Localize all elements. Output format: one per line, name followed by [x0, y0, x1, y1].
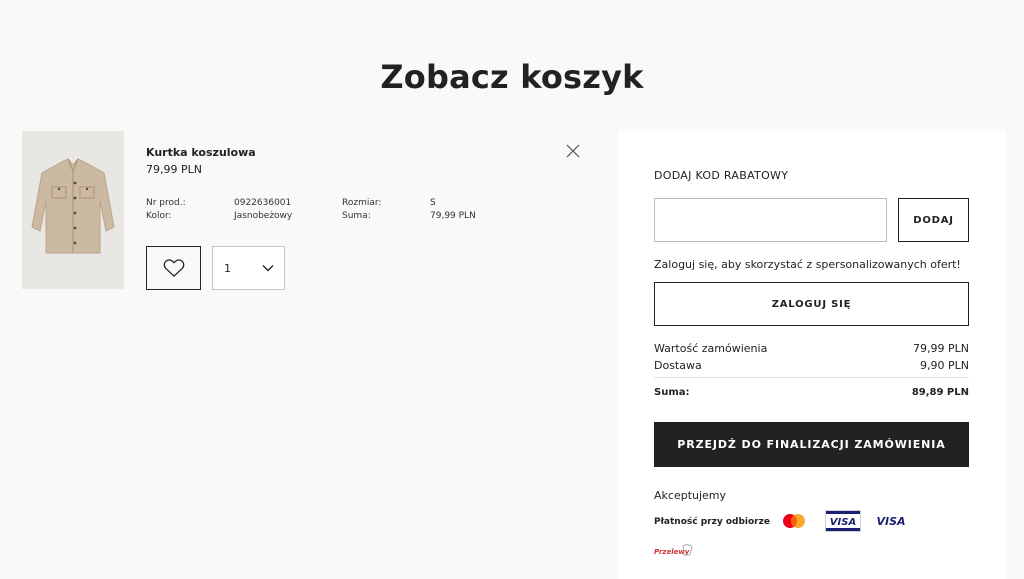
checkout-button[interactable]: PRZEJDŹ DO FINALIZACJI ZAMÓWIENIA: [654, 422, 969, 467]
visa-text: VISA: [876, 515, 905, 528]
close-icon: [566, 144, 580, 158]
total-label: Suma:: [654, 387, 690, 398]
product-details: Nr prod.: 0922636001 Rozmiar: S Kolor: J…: [146, 198, 490, 224]
order-summary-panel: DODAJ KOD RABATOWY DODAJ Zaloguj się, ab…: [618, 131, 1006, 579]
total-value: 89,89 PLN: [911, 387, 969, 398]
order-value-label: Wartość zamówienia: [654, 342, 768, 355]
line-total-label: Suma:: [342, 211, 371, 221]
art-number-label: Nr prod.:: [146, 198, 186, 208]
login-button[interactable]: ZALOGUJ SIĘ: [654, 282, 969, 326]
przelewy24-icon: Przelewy: [654, 544, 693, 556]
delivery-row: Dostawa 9,90 PLN: [654, 359, 969, 372]
total-row: Suma: 89,89 PLN: [654, 387, 969, 398]
color-value: Jasnobeżowy: [234, 211, 293, 221]
remove-item-button[interactable]: [566, 143, 580, 158]
cash-on-delivery-label: Płatność przy odbiorze: [654, 517, 770, 527]
art-number-value: 0922636001: [234, 198, 292, 208]
delivery-label: Dostawa: [654, 359, 702, 372]
quantity-select[interactable]: 1: [212, 246, 285, 290]
heart-icon: [163, 259, 184, 277]
size-value: S: [430, 198, 436, 208]
order-value-row: Wartość zamówienia 79,99 PLN: [654, 342, 969, 355]
size-label: Rozmiar:: [342, 198, 382, 208]
product-image[interactable]: [22, 131, 124, 289]
login-hint: Zaloguj się, aby skorzystać z spersonali…: [654, 258, 961, 271]
discount-heading: DODAJ KOD RABATOWY: [654, 169, 789, 182]
order-value: 79,99 PLN: [913, 342, 969, 355]
product-price: 79,99 PLN: [146, 163, 202, 176]
product-name[interactable]: Kurtka koszulowa: [146, 146, 256, 159]
color-label: Kolor:: [146, 211, 172, 221]
visa-icon: VISA: [876, 515, 905, 528]
favorite-button[interactable]: [146, 246, 201, 290]
quantity-value: 1: [224, 261, 231, 275]
visa-electron-icon: VISA: [825, 510, 861, 532]
summary-divider: [654, 377, 969, 378]
add-discount-button[interactable]: DODAJ: [898, 198, 969, 242]
discount-code-input[interactable]: [654, 198, 887, 242]
mastercard-icon: [783, 514, 805, 528]
jacket-image: [22, 131, 124, 289]
accepted-payments-label: Akceptujemy: [654, 489, 727, 502]
delivery-value: 9,90 PLN: [920, 359, 969, 372]
line-total-value: 79,99 PLN: [430, 211, 476, 221]
visa-electron-text: VISA: [830, 517, 856, 528]
chevron-down-icon: [262, 265, 274, 272]
page-title: Zobacz koszyk: [380, 58, 644, 96]
